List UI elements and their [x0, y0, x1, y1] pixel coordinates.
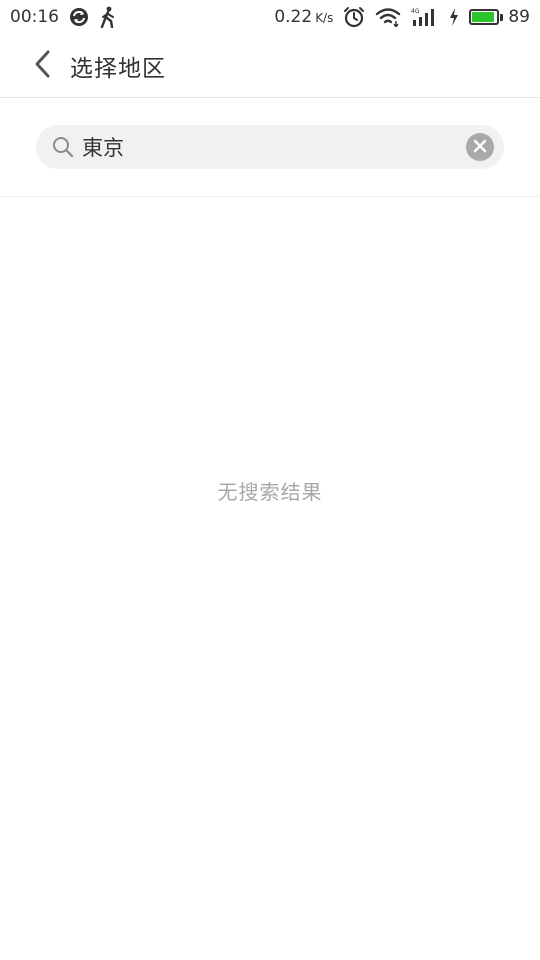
wifi-icon: [375, 7, 401, 27]
chevron-left-icon: [32, 49, 52, 83]
page-title: 选择地区: [70, 55, 166, 82]
status-bar-right: 0.22 K/s 4G 89: [274, 6, 530, 28]
sync-icon: [69, 7, 89, 27]
charging-icon: [449, 8, 459, 26]
close-icon: [473, 138, 487, 157]
search-icon: [52, 136, 74, 158]
back-button[interactable]: [14, 34, 70, 98]
status-time: 00:16: [10, 7, 59, 27]
clear-search-button[interactable]: [466, 133, 494, 161]
search-area: [0, 98, 540, 197]
battery-body: [469, 9, 500, 25]
status-bar-left: 00:16: [10, 6, 117, 28]
battery-level: 89: [508, 7, 530, 27]
walking-icon: [99, 6, 117, 28]
network-speed: 0.22 K/s: [274, 7, 333, 27]
alarm-icon: [343, 6, 365, 28]
battery-fill: [472, 12, 494, 22]
search-box[interactable]: [36, 125, 504, 169]
status-bar: 00:16 0.22 K/s 4G 89: [0, 0, 540, 34]
network-speed-value: 0.22: [274, 7, 313, 27]
signal-4g-icon: 4G: [411, 7, 439, 27]
svg-text:4G: 4G: [411, 8, 420, 15]
header-bar: 选择地区: [0, 34, 540, 98]
search-input[interactable]: [82, 135, 466, 159]
battery-icon: 89: [469, 7, 530, 27]
empty-results-message: 无搜索结果: [217, 480, 323, 504]
battery-tip: [500, 13, 504, 21]
network-speed-unit: K/s: [315, 11, 334, 25]
